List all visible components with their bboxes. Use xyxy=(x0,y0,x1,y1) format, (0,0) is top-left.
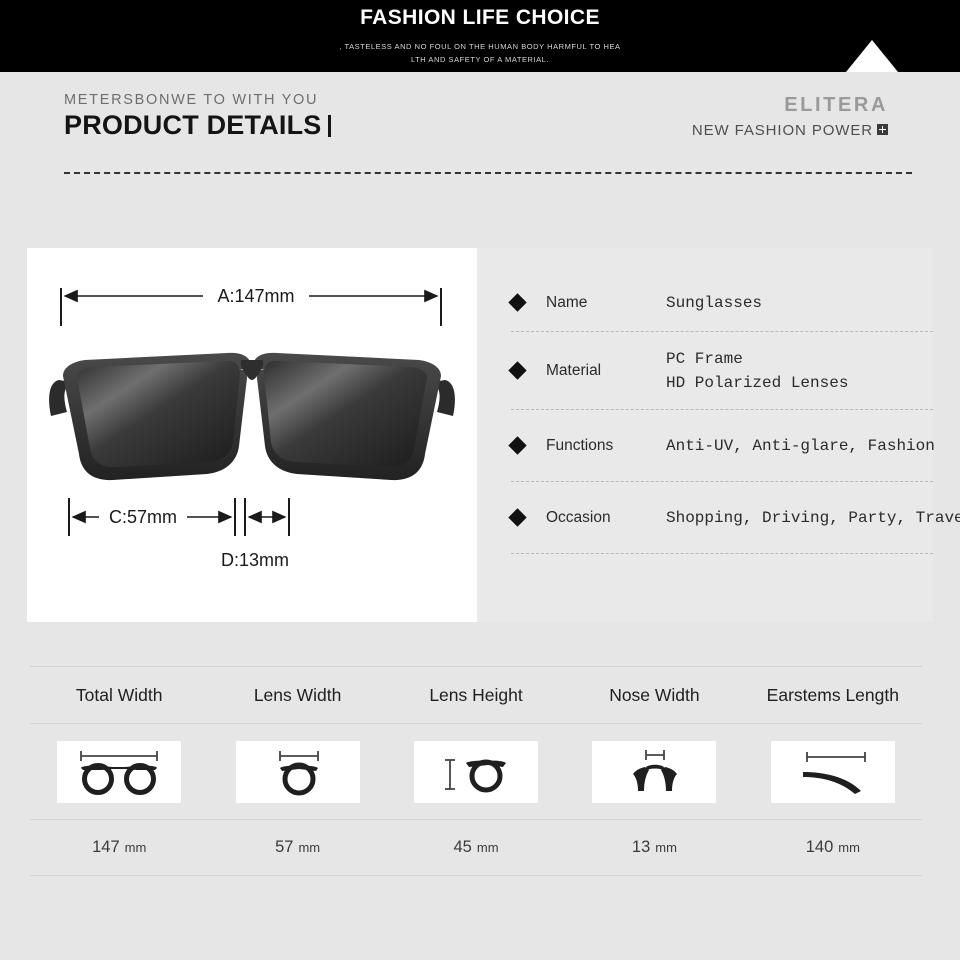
spec-label-functions: Functions xyxy=(546,436,614,454)
measure-a-label: A:147mm xyxy=(217,286,294,306)
measurement-value-lens-height: 45 mm xyxy=(387,820,565,875)
measurement-header-lens-width: Lens Width xyxy=(253,684,342,705)
measurement-table: Total Width Lens Width Lens Height Nose … xyxy=(30,666,922,876)
spec-row-functions: Functions Anti-UV, Anti-glare, Fashion xyxy=(508,410,935,482)
spec-value-material-line-1: PC Frame xyxy=(666,349,743,368)
measure-c-label: C:57mm xyxy=(109,507,177,527)
page-title-text: PRODUCT DETAILS xyxy=(64,110,322,140)
measurement-value-lens-width: 57 mm xyxy=(208,820,386,875)
spec-value-material-line-2: HD Polarized Lenses xyxy=(666,373,849,392)
measurement-value-lens-width-number: 57 xyxy=(275,838,294,856)
page-title: PRODUCT DETAILS xyxy=(64,110,331,141)
spec-value-name: Sunglasses xyxy=(666,291,762,315)
measurement-unit-total-width: mm xyxy=(124,840,147,855)
measurement-value-total-width: 147 mm xyxy=(30,820,208,875)
measurement-unit-nose-width: mm xyxy=(655,840,677,855)
spec-value-functions: Anti-UV, Anti-glare, Fashion xyxy=(666,434,935,458)
measure-d-label: D:13mm xyxy=(221,550,289,570)
diamond-bullet-icon xyxy=(508,508,527,527)
banner-subtitle: , TASTELESS AND NO FOUL ON THE HUMAN BOD… xyxy=(0,40,960,66)
spec-value-occasion-line-1: Shopping, Driving, Party, Travel xyxy=(666,508,960,527)
measurement-icon-cell-earstems-length xyxy=(744,724,922,819)
spec-row-material: Material PC Frame HD Polarized Lenses xyxy=(508,332,933,410)
nose-width-icon xyxy=(592,740,717,803)
product-detail-card: A:147mm C:57mm D:13mm Name Sunglasses Ma… xyxy=(27,248,960,622)
spec-value-occasion: Shopping, Driving, Party, Travel xyxy=(666,506,960,530)
measurement-unit-lens-width: mm xyxy=(298,840,321,855)
triangle-icon xyxy=(846,40,898,72)
plus-square-icon xyxy=(877,124,888,135)
spec-value-material: PC Frame HD Polarized Lenses xyxy=(666,347,848,395)
dimension-diagram-panel: A:147mm C:57mm D:13mm xyxy=(27,248,477,622)
measurement-value-row: 147 mm 57 mm 45 mm 13 mm 140 mm xyxy=(30,819,922,876)
measurement-icon-cell-total-width xyxy=(30,724,208,819)
sunglasses-dimension-diagram: A:147mm C:57mm D:13mm xyxy=(49,286,455,570)
brand-tagline: NEW FASHION POWER xyxy=(691,122,873,139)
diamond-bullet-icon xyxy=(508,293,527,312)
measurement-value-total-width-number: 147 xyxy=(92,838,120,856)
measurement-header-nose-width: Nose Width xyxy=(609,684,700,705)
measurement-header-total-width: Total Width xyxy=(75,684,163,705)
spec-label-name: Name xyxy=(546,293,588,311)
dashed-divider xyxy=(64,172,912,174)
spec-label-material: Material xyxy=(546,361,602,379)
measurement-icon-cell-lens-height xyxy=(387,724,565,819)
lens-height-icon xyxy=(414,740,539,803)
measurement-value-nose-width: 13 mm xyxy=(565,820,743,875)
diamond-bullet-icon xyxy=(508,436,527,455)
measurement-value-earstems-length-number: 140 xyxy=(805,838,834,856)
measurement-icon-cell-nose-width xyxy=(565,724,743,819)
measurement-header-lens-height: Lens Height xyxy=(429,684,523,705)
banner-subtitle-line-2: LTH AND SAFETY OF A MATERIAL. xyxy=(410,55,550,64)
diamond-bullet-icon xyxy=(508,361,527,380)
spec-value-functions-line-1: Anti-UV, Anti-glare, Fashion xyxy=(666,436,935,455)
spec-panel: Name Sunglasses Material PC Frame HD Pol… xyxy=(477,248,960,622)
measurement-value-earstems-length: 140 mm xyxy=(744,820,922,875)
spec-row-occasion: Occasion Shopping, Driving, Party, Trave… xyxy=(508,482,960,554)
title-bar-accent xyxy=(327,115,331,137)
header-right-group: ELITERA NEW FASHION POWER xyxy=(692,94,888,139)
spec-list: Name Sunglasses Material PC Frame HD Pol… xyxy=(508,274,960,604)
measurement-icon-cell-lens-width xyxy=(208,724,386,819)
measurement-header-earstems-length: Earstems Length xyxy=(766,684,899,705)
spec-value-name-line-1: Sunglasses xyxy=(666,293,763,312)
spec-label-occasion: Occasion xyxy=(546,508,611,526)
measurement-header-row: Total Width Lens Width Lens Height Nose … xyxy=(30,666,922,723)
measurement-icon-row xyxy=(30,723,922,819)
total-width-icon xyxy=(57,740,182,803)
lens-width-icon xyxy=(235,740,360,803)
brand-tagline-row: NEW FASHION POWER xyxy=(692,122,888,139)
measurement-unit-lens-height: mm xyxy=(476,840,499,855)
header-kicker: METERSBONWE TO WITH YOU xyxy=(64,92,319,108)
measurement-unit-earstems-length: mm xyxy=(838,840,860,855)
page-header: METERSBONWE TO WITH YOU PRODUCT DETAILS … xyxy=(0,72,960,192)
banner-title: FASHION LIFE CHOICE xyxy=(360,6,600,29)
brand-name: ELITERA xyxy=(784,94,888,116)
sunglasses-illustration xyxy=(49,352,455,481)
header-left-group: METERSBONWE TO WITH YOU PRODUCT DETAILS xyxy=(64,92,331,141)
spec-row-name: Name Sunglasses xyxy=(508,274,933,332)
earstems-length-icon xyxy=(770,740,895,803)
top-banner: FASHION LIFE CHOICE , TASTELESS AND NO F… xyxy=(0,0,960,72)
measurement-value-lens-height-number: 45 xyxy=(453,838,472,856)
banner-subtitle-line-1: , TASTELESS AND NO FOUL ON THE HUMAN BOD… xyxy=(339,42,621,51)
measurement-value-nose-width-number: 13 xyxy=(631,838,651,856)
